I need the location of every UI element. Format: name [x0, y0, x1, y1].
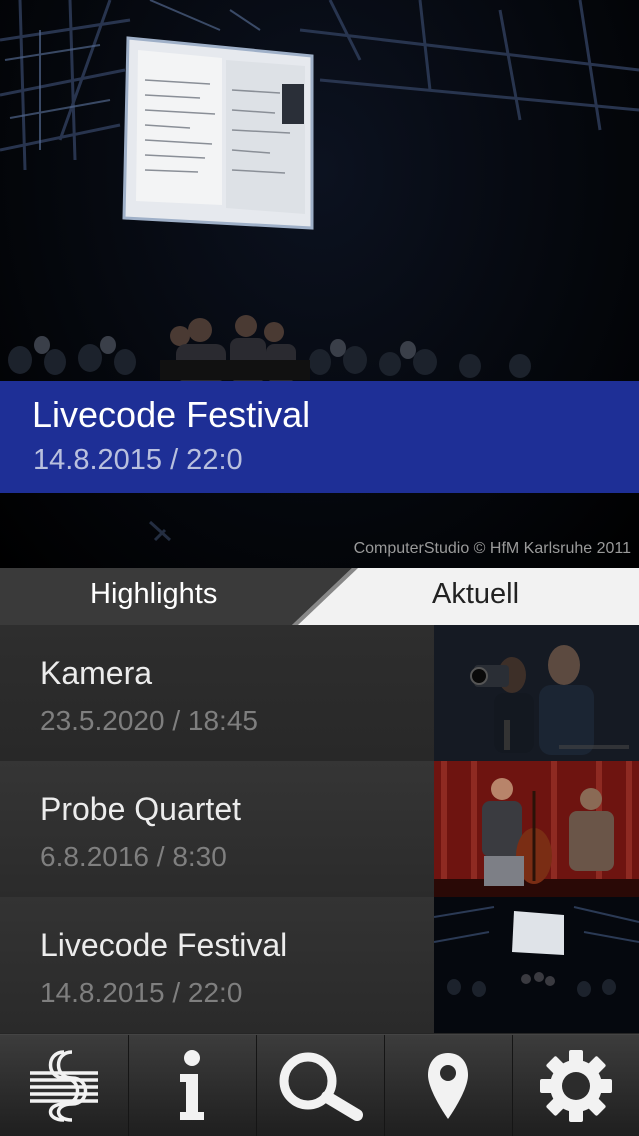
featured-event-date: 14.8.2015 / 22:0: [33, 444, 243, 476]
cello-rehearsal-photo: [434, 761, 639, 897]
event-title: Livecode Festival: [40, 927, 288, 963]
event-title: Kamera: [40, 655, 153, 691]
event-list[interactable]: Kamera 23.5.2020 / 18:45 Probe Quartet 6…: [0, 625, 639, 1034]
list-item[interactable]: Kamera 23.5.2020 / 18:45: [0, 625, 639, 761]
hfm-logo-icon: [29, 1050, 98, 1122]
tab-aktuell[interactable]: Aktuell: [432, 578, 519, 611]
list-item-background: [0, 625, 434, 761]
home-button[interactable]: [0, 1035, 127, 1136]
search-icon: [279, 1052, 363, 1121]
featured-event-hero[interactable]: Livecode Festival 14.8.2015 / 22:0 Compu…: [0, 0, 639, 568]
event-date: 23.5.2020 / 18:45: [40, 705, 258, 736]
list-item[interactable]: Livecode Festival 14.8.2015 / 22:0: [0, 897, 639, 1033]
event-date: 6.8.2016 / 8:30: [40, 841, 227, 872]
list-item-background: [0, 897, 434, 1033]
camera-crew-photo: [434, 625, 639, 761]
event-title: Probe Quartet: [40, 791, 241, 827]
tab-bar: Highlights Aktuell: [0, 568, 639, 625]
info-icon: [180, 1050, 204, 1120]
location-button[interactable]: [384, 1035, 511, 1136]
bottom-toolbar: [0, 1034, 639, 1136]
location-pin-icon: [428, 1053, 468, 1119]
list-item-background: [0, 761, 434, 897]
event-date: 14.8.2015 / 22:0: [40, 977, 243, 1008]
list-item[interactable]: Probe Quartet 6.8.2016 / 8:30: [0, 761, 639, 897]
info-button[interactable]: [128, 1035, 255, 1136]
search-button[interactable]: [256, 1035, 383, 1136]
tab-highlights[interactable]: Highlights: [90, 578, 217, 611]
featured-event-title: Livecode Festival: [32, 394, 311, 435]
settings-button[interactable]: [512, 1035, 639, 1136]
settings-gear-icon: [540, 1050, 612, 1122]
photo-credit: ComputerStudio © HfM Karlsruhe 2011: [353, 540, 631, 557]
livecode-stage-photo: [434, 897, 639, 1033]
